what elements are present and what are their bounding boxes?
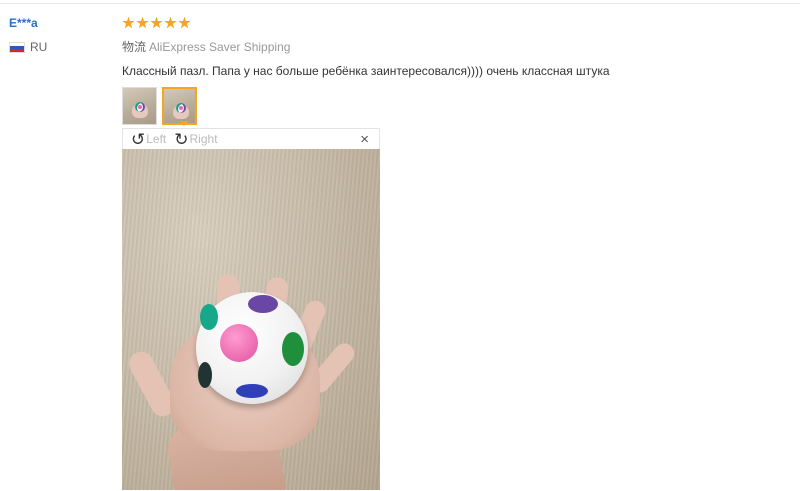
review-photo-large (122, 149, 380, 490)
reviewer-country: RU (9, 40, 109, 54)
shipping-method: AliExpress Saver Shipping (149, 40, 291, 54)
active-thumbnail-caret-icon (179, 121, 189, 126)
star-icon (178, 16, 191, 29)
photo-thumbnails (122, 87, 782, 125)
review-photo-thumbnail-1[interactable] (122, 87, 157, 125)
rotate-left-button[interactable]: ↺ Left (131, 131, 166, 148)
star-icon (122, 16, 135, 29)
star-icon (150, 16, 163, 29)
top-divider (0, 3, 800, 4)
shipping-label: 物流 (122, 40, 147, 54)
rotate-right-label: Right (189, 132, 218, 146)
reviewer-info: E***a RU (9, 16, 109, 54)
star-icon (164, 16, 177, 29)
rotate-left-label: Left (146, 132, 167, 146)
puzzle-ball (196, 292, 308, 404)
star-icon (136, 16, 149, 29)
review-text: Классный пазл. Папа у нас больше ребёнка… (122, 64, 610, 78)
rotate-right-button[interactable]: ↻ Right (174, 131, 217, 148)
rotate-right-icon: ↻ (174, 129, 189, 149)
review-photo-thumbnail-2[interactable] (162, 87, 197, 125)
close-icon[interactable]: × (360, 132, 369, 147)
rotate-left-icon: ↺ (131, 129, 146, 149)
russia-flag-icon (9, 41, 25, 53)
country-code: RU (30, 40, 48, 54)
shipping-info: 物流 AliExpress Saver Shipping (122, 38, 782, 55)
reviewer-name[interactable]: E***a (9, 16, 109, 30)
viewer-toolbar: ↺ Left ↻ Right × (123, 129, 379, 149)
review-body: 物流 AliExpress Saver Shipping Классный паз… (122, 15, 782, 125)
photo-viewer: ↺ Left ↻ Right × (122, 128, 380, 490)
star-rating (122, 15, 782, 31)
